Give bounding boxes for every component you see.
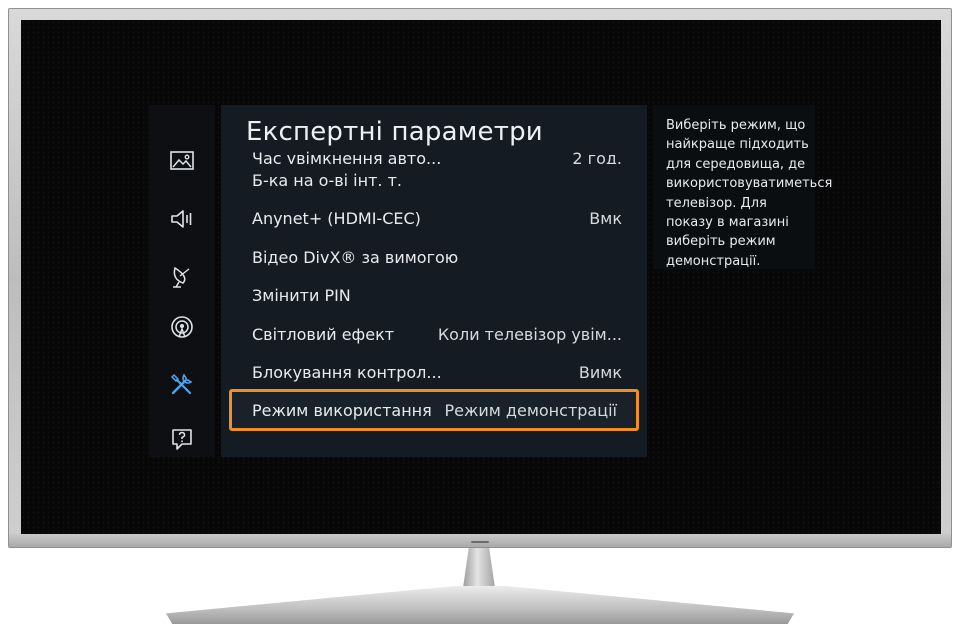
tv-screen: Експертні параметри Час увімкнення авто.… bbox=[21, 20, 941, 535]
tv-stage: Експертні параметри Час увімкнення авто.… bbox=[0, 0, 960, 630]
expert-settings-panel: Експертні параметри Час увімкнення авто.… bbox=[221, 105, 647, 457]
settings-sidebar bbox=[149, 105, 215, 457]
menu-item-change-pin[interactable]: Змінити PIN bbox=[221, 276, 647, 314]
description-panel: Виберіть режим, що найкраще підходить дл… bbox=[653, 105, 833, 269]
tv-stand-base bbox=[166, 586, 794, 624]
menu-item-usage-mode[interactable]: Режим використання Режим демонстрації bbox=[229, 389, 639, 431]
menu-item-value: Коли телевізор увім... bbox=[437, 324, 622, 344]
tv-bottom-bezel bbox=[9, 534, 951, 547]
menu-item-light-effect[interactable]: Світловий ефект Коли телевізор увім... bbox=[221, 315, 647, 353]
menu-item-label: Змінити PIN bbox=[252, 285, 351, 305]
menu-item-label: Б-ка на о-ві інт. т. bbox=[252, 170, 402, 190]
menu-item-label: Anynet+ (HDMI-CEC) bbox=[252, 208, 421, 228]
menu-item-value: Вмк bbox=[589, 208, 622, 228]
sound-icon[interactable] bbox=[168, 205, 196, 233]
picture-icon[interactable] bbox=[168, 147, 196, 175]
menu-item-internet-library[interactable]: Б-ка на о-ві інт. т. bbox=[221, 161, 647, 199]
menu-item-value: Режим демонстрації bbox=[444, 400, 617, 420]
menu-item-value: Вимк bbox=[578, 362, 622, 382]
tv-bezel: Експертні параметри Час увімкнення авто.… bbox=[8, 8, 952, 548]
menu-item-label: Режим використання bbox=[252, 400, 432, 420]
menu-item-control-lock[interactable]: Блокування контрол... Вимк bbox=[221, 353, 647, 391]
broadcast-icon[interactable] bbox=[168, 262, 196, 290]
menu-item-label: Світловий ефект bbox=[252, 324, 395, 344]
tools-icon[interactable] bbox=[168, 370, 196, 398]
support-icon[interactable] bbox=[168, 425, 196, 453]
description-text: Виберіть режим, що найкраще підходить дл… bbox=[666, 118, 833, 269]
brand-logo bbox=[471, 541, 489, 543]
menu-item-label: Відео DivX® за вимогою bbox=[252, 247, 459, 267]
network-icon[interactable] bbox=[168, 314, 196, 342]
menu-item-divx-vod[interactable]: Відео DivX® за вимогою bbox=[221, 238, 647, 276]
menu-item-anynet[interactable]: Anynet+ (HDMI-CEC) Вмк bbox=[221, 199, 647, 237]
tv-stand-neck bbox=[463, 548, 495, 588]
menu-item-label: Блокування контрол... bbox=[252, 362, 442, 382]
